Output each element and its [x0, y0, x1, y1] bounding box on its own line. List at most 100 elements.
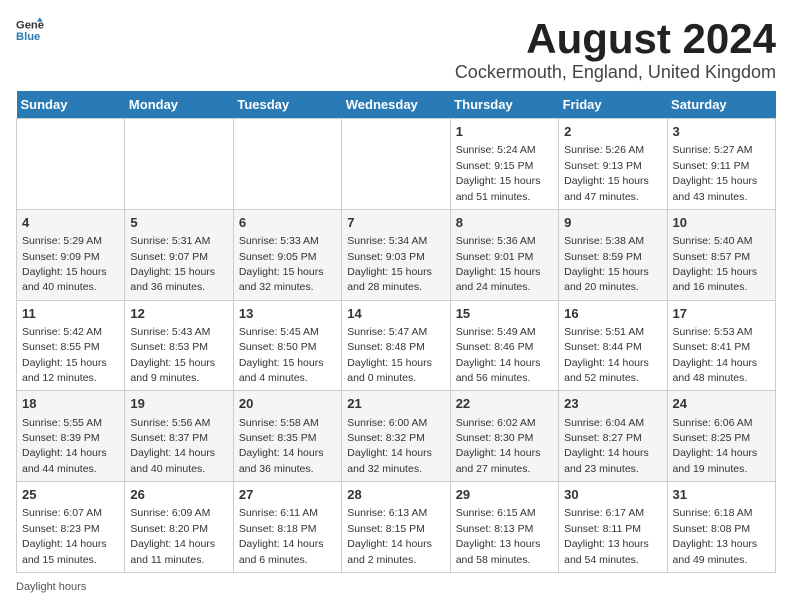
calendar-cell: 29 Sunrise: 6:15 AM Sunset: 8:13 PM Dayli… — [450, 482, 558, 573]
svg-text:Blue: Blue — [16, 31, 40, 43]
calendar-cell: 9 Sunrise: 5:38 AM Sunset: 8:59 PM Daylig… — [559, 209, 667, 300]
day-info: Sunrise: 5:27 AM Sunset: 9:11 PM Dayligh… — [673, 144, 758, 202]
calendar-week-row: 25Sunrise: 6:07 AM Sunset: 8:23 PM Dayli… — [17, 482, 776, 573]
day-info: Sunrise: 5:26 AM Sunset: 9:13 PM Dayligh… — [564, 144, 649, 202]
day-info: Sunrise: 5:34 AM Sunset: 9:03 PM Dayligh… — [347, 235, 432, 293]
day-info: Sunrise: 5:42 AM Sunset: 8:55 PM Dayligh… — [22, 326, 107, 384]
day-number: 17 — [673, 305, 770, 323]
day-info: Sunrise: 5:51 AM Sunset: 8:44 PM Dayligh… — [564, 326, 649, 384]
calendar-cell: 5 Sunrise: 5:31 AM Sunset: 9:07 PM Daylig… — [125, 209, 233, 300]
calendar-cell: 25Sunrise: 6:07 AM Sunset: 8:23 PM Dayli… — [17, 482, 125, 573]
col-header-wednesday: Wednesday — [342, 91, 450, 119]
day-number: 28 — [347, 486, 444, 504]
calendar-cell: 8Sunrise: 5:36 AM Sunset: 9:01 PM Daylig… — [450, 209, 558, 300]
day-number: 14 — [347, 305, 444, 323]
day-info: Sunrise: 5:55 AM Sunset: 8:39 PM Dayligh… — [22, 417, 107, 475]
day-number: 12 — [130, 305, 227, 323]
day-info: Sunrise: 5:47 AM Sunset: 8:48 PM Dayligh… — [347, 326, 432, 384]
day-number: 21 — [347, 395, 444, 413]
day-info: Sunrise: 5:49 AM Sunset: 8:46 PM Dayligh… — [456, 326, 541, 384]
col-header-friday: Friday — [559, 91, 667, 119]
page-header: General Blue August 2024 Cockermouth, En… — [16, 16, 776, 83]
day-number: 10 — [673, 214, 770, 232]
day-number: 29 — [456, 486, 553, 504]
calendar-week-row: 18 Sunrise: 5:55 AM Sunset: 8:39 PM Dayli… — [17, 391, 776, 482]
day-info: Sunrise: 6:13 AM Sunset: 8:15 PM Dayligh… — [347, 507, 432, 565]
day-number: 22 — [456, 395, 553, 413]
calendar-cell: 24Sunrise: 6:06 AM Sunset: 8:25 PM Dayli… — [667, 391, 775, 482]
calendar-week-row: 1Sunrise: 5:24 AM Sunset: 9:15 PM Daylig… — [17, 119, 776, 210]
day-info: Sunrise: 6:17 AM Sunset: 8:11 PM Dayligh… — [564, 507, 649, 565]
day-info: Sunrise: 6:09 AM Sunset: 8:20 PM Dayligh… — [130, 507, 215, 565]
calendar-cell — [342, 119, 450, 210]
calendar-cell: 10Sunrise: 5:40 AM Sunset: 8:57 PM Dayli… — [667, 209, 775, 300]
day-number: 20 — [239, 395, 336, 413]
day-number: 31 — [673, 486, 770, 504]
day-number: 2 — [564, 123, 661, 141]
calendar-cell: 12 Sunrise: 5:43 AM Sunset: 8:53 PM Dayli… — [125, 300, 233, 391]
day-info: Sunrise: 6:02 AM Sunset: 8:30 PM Dayligh… — [456, 417, 541, 475]
day-number: 9 — [564, 214, 661, 232]
day-number: 8 — [456, 214, 553, 232]
calendar-week-row: 4 Sunrise: 5:29 AM Sunset: 9:09 PM Daylig… — [17, 209, 776, 300]
day-number: 18 — [22, 395, 119, 413]
calendar-cell: 7 Sunrise: 5:34 AM Sunset: 9:03 PM Daylig… — [342, 209, 450, 300]
logo-icon: General Blue — [16, 16, 44, 44]
calendar-footer: Daylight hours — [16, 581, 776, 593]
calendar-cell: 18 Sunrise: 5:55 AM Sunset: 8:39 PM Dayli… — [17, 391, 125, 482]
calendar-cell: 15 Sunrise: 5:49 AM Sunset: 8:46 PM Dayli… — [450, 300, 558, 391]
day-info: Sunrise: 5:45 AM Sunset: 8:50 PM Dayligh… — [239, 326, 324, 384]
calendar-cell: 20 Sunrise: 5:58 AM Sunset: 8:35 PM Dayli… — [233, 391, 341, 482]
calendar-cell: 2 Sunrise: 5:26 AM Sunset: 9:13 PM Daylig… — [559, 119, 667, 210]
calendar-cell — [125, 119, 233, 210]
calendar-cell: 6 Sunrise: 5:33 AM Sunset: 9:05 PM Daylig… — [233, 209, 341, 300]
day-info: Sunrise: 5:58 AM Sunset: 8:35 PM Dayligh… — [239, 417, 324, 475]
calendar-cell: 16Sunrise: 5:51 AM Sunset: 8:44 PM Dayli… — [559, 300, 667, 391]
calendar-cell: 27 Sunrise: 6:11 AM Sunset: 8:18 PM Dayli… — [233, 482, 341, 573]
daylight-label: Daylight hours — [16, 581, 86, 593]
day-number: 5 — [130, 214, 227, 232]
calendar-cell: 26 Sunrise: 6:09 AM Sunset: 8:20 PM Dayli… — [125, 482, 233, 573]
calendar-cell — [17, 119, 125, 210]
col-header-thursday: Thursday — [450, 91, 558, 119]
day-number: 27 — [239, 486, 336, 504]
logo: General Blue — [16, 16, 44, 44]
day-info: Sunrise: 5:56 AM Sunset: 8:37 PM Dayligh… — [130, 417, 215, 475]
day-info: Sunrise: 5:53 AM Sunset: 8:41 PM Dayligh… — [673, 326, 758, 384]
day-number: 26 — [130, 486, 227, 504]
day-number: 11 — [22, 305, 119, 323]
day-number: 4 — [22, 214, 119, 232]
day-info: Sunrise: 5:38 AM Sunset: 8:59 PM Dayligh… — [564, 235, 649, 293]
calendar-cell: 21 Sunrise: 6:00 AM Sunset: 8:32 PM Dayli… — [342, 391, 450, 482]
calendar-cell: 4 Sunrise: 5:29 AM Sunset: 9:09 PM Daylig… — [17, 209, 125, 300]
calendar-cell: 30 Sunrise: 6:17 AM Sunset: 8:11 PM Dayli… — [559, 482, 667, 573]
day-number: 23 — [564, 395, 661, 413]
day-info: Sunrise: 6:15 AM Sunset: 8:13 PM Dayligh… — [456, 507, 541, 565]
day-number: 30 — [564, 486, 661, 504]
calendar-cell: 1Sunrise: 5:24 AM Sunset: 9:15 PM Daylig… — [450, 119, 558, 210]
day-number: 19 — [130, 395, 227, 413]
day-info: Sunrise: 5:33 AM Sunset: 9:05 PM Dayligh… — [239, 235, 324, 293]
col-header-saturday: Saturday — [667, 91, 775, 119]
calendar-cell: 17 Sunrise: 5:53 AM Sunset: 8:41 PM Dayli… — [667, 300, 775, 391]
day-info: Sunrise: 5:29 AM Sunset: 9:09 PM Dayligh… — [22, 235, 107, 293]
day-number: 6 — [239, 214, 336, 232]
day-info: Sunrise: 5:43 AM Sunset: 8:53 PM Dayligh… — [130, 326, 215, 384]
day-info: Sunrise: 6:11 AM Sunset: 8:18 PM Dayligh… — [239, 507, 324, 565]
title-block: August 2024 Cockermouth, England, United… — [455, 16, 776, 83]
day-number: 24 — [673, 395, 770, 413]
day-number: 7 — [347, 214, 444, 232]
calendar-subtitle: Cockermouth, England, United Kingdom — [455, 62, 776, 83]
day-info: Sunrise: 6:00 AM Sunset: 8:32 PM Dayligh… — [347, 417, 432, 475]
day-info: Sunrise: 6:18 AM Sunset: 8:08 PM Dayligh… — [673, 507, 758, 565]
col-header-monday: Monday — [125, 91, 233, 119]
day-number: 15 — [456, 305, 553, 323]
day-info: Sunrise: 5:31 AM Sunset: 9:07 PM Dayligh… — [130, 235, 215, 293]
calendar-cell: 11 Sunrise: 5:42 AM Sunset: 8:55 PM Dayli… — [17, 300, 125, 391]
col-header-tuesday: Tuesday — [233, 91, 341, 119]
calendar-cell: 22 Sunrise: 6:02 AM Sunset: 8:30 PM Dayli… — [450, 391, 558, 482]
calendar-cell: 31 Sunrise: 6:18 AM Sunset: 8:08 PM Dayli… — [667, 482, 775, 573]
calendar-cell: 3 Sunrise: 5:27 AM Sunset: 9:11 PM Daylig… — [667, 119, 775, 210]
day-number: 1 — [456, 123, 553, 141]
day-number: 3 — [673, 123, 770, 141]
